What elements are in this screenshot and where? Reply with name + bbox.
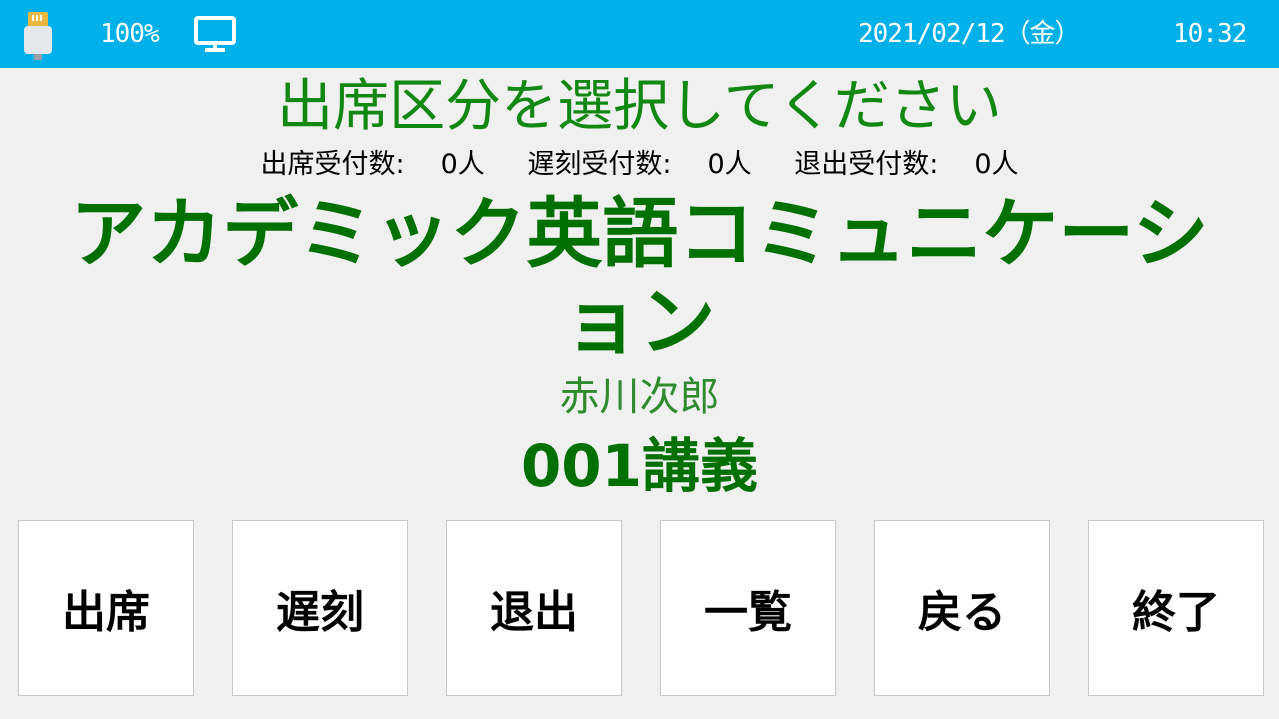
- status-bar: 100% 2021/02/12（金） 10:32: [0, 0, 1279, 68]
- monitor-icon: [194, 16, 236, 52]
- battery-level: 100%: [100, 19, 160, 49]
- date-display: 2021/02/12（金）: [858, 19, 1081, 49]
- late-count-value: 0人: [707, 149, 752, 180]
- late-count-label: 遅刻受付数:: [527, 149, 672, 180]
- usb-card-reader-icon: [24, 12, 52, 60]
- course-title: アカデミック英語コミュニケーション: [70, 189, 1209, 366]
- attendance-count-label: 出席受付数:: [260, 149, 405, 180]
- instruction-heading: 出席区分を選択してください: [277, 74, 1002, 139]
- attend-button[interactable]: 出席: [18, 520, 194, 696]
- leave-count-group: 退出受付数: 0人: [794, 149, 1018, 180]
- leave-button[interactable]: 退出: [446, 520, 622, 696]
- reception-counts: 出席受付数: 0人 遅刻受付数: 0人 退出受付数: 0人: [0, 146, 1279, 184]
- leave-count-label: 退出受付数:: [794, 149, 939, 180]
- back-button[interactable]: 戻る: [874, 520, 1050, 696]
- late-count-group: 遅刻受付数: 0人: [527, 149, 760, 180]
- leave-count-value: 0人: [974, 149, 1019, 180]
- finish-button[interactable]: 終了: [1088, 520, 1264, 696]
- list-button[interactable]: 一覧: [660, 520, 836, 696]
- lecture-number: 001講義: [520, 432, 759, 500]
- teacher-name: 赤川次郎: [559, 374, 720, 420]
- attendance-count-group: 出席受付数: 0人: [260, 149, 493, 180]
- late-button[interactable]: 遅刻: [232, 520, 408, 696]
- attendance-count-value: 0人: [440, 149, 485, 180]
- time-display: 10:32: [1173, 19, 1247, 49]
